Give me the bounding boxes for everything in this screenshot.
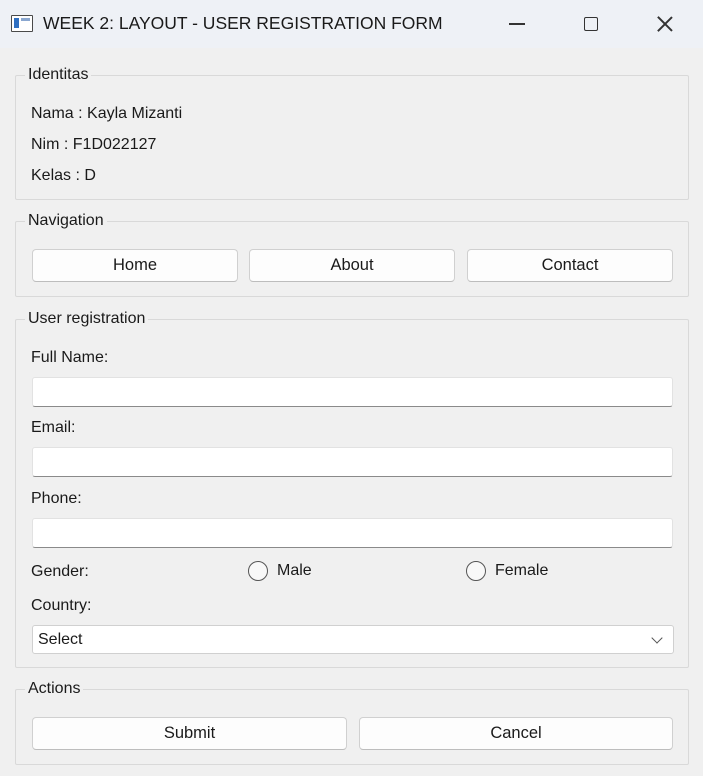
user-registration-group-title: User registration [25,308,149,330]
maximize-icon [584,17,598,31]
radio-circle-icon [466,561,486,581]
user-registration-group: User registration Full Name: Email: Phon… [15,308,689,668]
submit-button[interactable]: Submit [32,717,347,750]
country-selected-value: Select [38,630,83,648]
close-icon [657,16,673,32]
full-name-label: Full Name: [31,349,109,366]
navigation-group: Navigation Home About Contact [15,210,689,297]
navigation-group-title: Navigation [25,210,107,232]
radio-circle-icon [248,561,268,581]
country-label: Country: [31,597,92,614]
home-button[interactable]: Home [32,249,238,282]
actions-group: Actions Submit Cancel [15,678,689,765]
contact-button[interactable]: Contact [467,249,673,282]
identitas-group: Identitas Nama : Kayla Mizanti Nim : F1D… [15,64,689,200]
chevron-down-icon [651,632,663,644]
country-select[interactable]: Select [32,625,674,654]
about-button[interactable]: About [249,249,455,282]
identitas-group-title: Identitas [25,64,92,86]
actions-group-title: Actions [25,678,84,700]
gender-male-radio[interactable]: Male [248,561,312,581]
email-input[interactable] [32,447,673,477]
minimize-button[interactable] [482,0,552,48]
gender-label: Gender: [31,563,89,580]
nama-label: Nama : Kayla Mizanti [31,105,183,122]
minimize-icon [509,23,525,25]
kelas-label: Kelas : D [31,167,96,184]
maximize-button[interactable] [556,0,626,48]
title-bar[interactable]: WEEK 2: LAYOUT - USER REGISTRATION FORM [0,0,703,48]
close-button[interactable] [630,0,700,48]
phone-label: Phone: [31,490,82,507]
phone-input[interactable] [32,518,673,548]
full-name-input[interactable] [32,377,673,407]
gender-female-radio[interactable]: Female [466,561,548,581]
gender-male-label: Male [277,562,312,579]
window-title: WEEK 2: LAYOUT - USER REGISTRATION FORM [43,13,443,33]
email-label: Email: [31,419,76,436]
nim-label: Nim : F1D022127 [31,136,157,153]
app-icon [11,15,33,32]
cancel-button[interactable]: Cancel [359,717,673,750]
gender-female-label: Female [495,562,549,579]
